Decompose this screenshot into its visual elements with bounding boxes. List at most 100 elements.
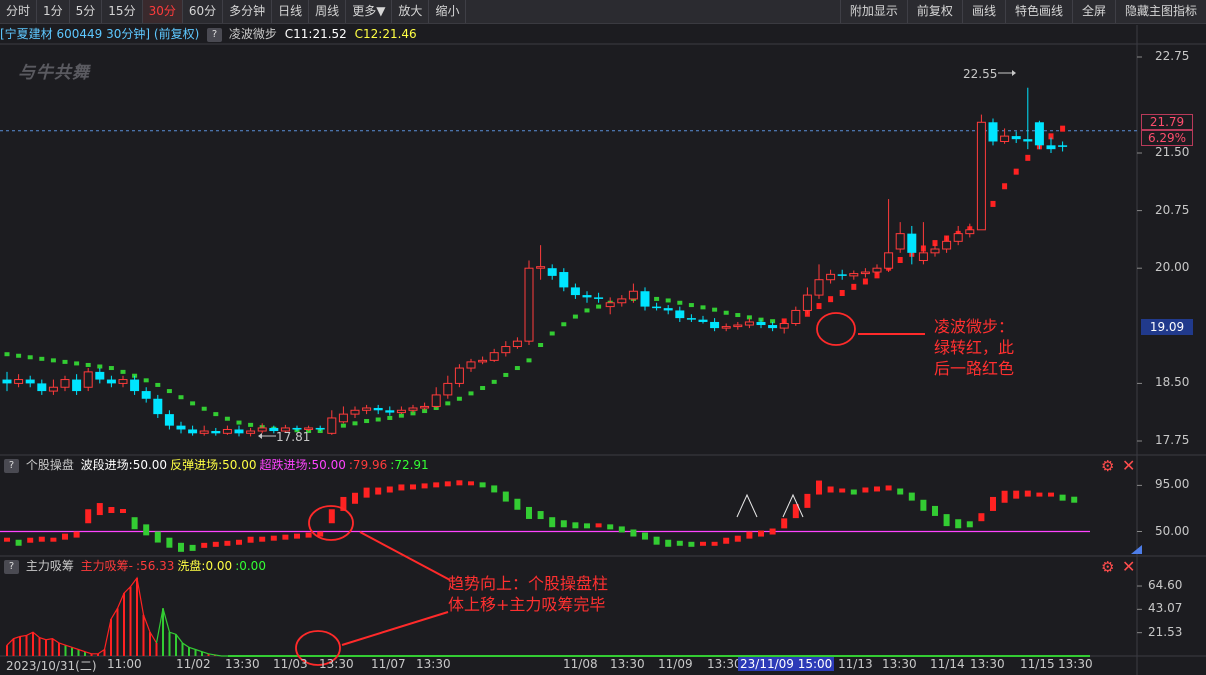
indicator-value: 反弹进场:50.00: [170, 458, 257, 472]
time-label: 13:30: [610, 657, 645, 671]
accumulation-settings-icon[interactable]: ⚙: [1101, 558, 1114, 576]
oscillator-bar: [236, 539, 242, 545]
lingbo-dot: [688, 303, 694, 308]
lingbo-dot: [526, 358, 532, 363]
low-marker-arrow: [258, 433, 262, 439]
candle-body: [663, 308, 673, 311]
high-marker-arrow: [1012, 70, 1016, 76]
oscillator-bar: [166, 537, 173, 548]
time-label: 13:30: [416, 657, 451, 671]
candle-body: [884, 252, 894, 269]
oscillator-bar: [549, 517, 556, 528]
indicator-value: :0.00: [235, 559, 266, 573]
candle-body: [350, 409, 360, 415]
candle-body: [930, 248, 940, 254]
candle-body: [408, 407, 418, 411]
oscillator-bar: [27, 537, 34, 543]
oscillator-bar: [746, 531, 753, 539]
time-label: 11/02: [176, 657, 211, 671]
lingbo-dot: [723, 310, 729, 315]
lingbo-dot: [16, 353, 22, 358]
oscillator-bar: [630, 529, 637, 537]
price-tick-label: 20.75: [1155, 202, 1190, 217]
candle-body: [1023, 139, 1033, 142]
oscillator-bar: [398, 484, 405, 491]
oscillator-bar: [178, 542, 184, 552]
oscillator-bar: [352, 492, 358, 504]
cursor-price-label: 19.09: [1141, 319, 1193, 335]
lingbo-dot: [445, 401, 451, 406]
oscillator-name[interactable]: 个股操盘: [26, 458, 74, 472]
oscillator-bar: [456, 480, 463, 486]
lingbo-dot: [364, 419, 370, 424]
candle-body: [849, 273, 859, 277]
oscillator-bar: [560, 520, 567, 528]
help-icon[interactable]: ?: [4, 559, 19, 574]
candle-body: [362, 407, 372, 411]
oscillator-bar: [143, 524, 150, 536]
candle-body: [733, 324, 743, 328]
lingbo-dot: [236, 420, 242, 425]
lingbo-dot: [224, 416, 230, 421]
candle-body: [489, 352, 499, 361]
oscillator-close-icon[interactable]: ✕: [1122, 456, 1135, 475]
oscillator-bar: [50, 537, 57, 542]
oscillator-tick-label: 95.00: [1155, 477, 1190, 492]
oscillator-bar: [920, 499, 927, 511]
oscillator-bar: [363, 487, 370, 498]
candle-body: [246, 430, 256, 434]
indicator-value: :79.96: [348, 458, 388, 472]
oscillator-bar: [444, 481, 451, 487]
accumulation-name[interactable]: 主力吸筹: [26, 559, 74, 573]
lingbo-annotation: 凌波微步： 绿转红，此 后一路红色: [934, 316, 1014, 379]
candle-body: [443, 382, 453, 396]
oscillator-bar: [96, 503, 103, 516]
lingbo-dot: [538, 343, 544, 347]
oscillator-bar: [201, 542, 208, 548]
oscillator-bar: [758, 530, 764, 537]
lingbo-dot: [190, 401, 196, 406]
candle-body: [396, 409, 406, 414]
lingbo-dot: [862, 278, 868, 285]
accumulation-close-icon[interactable]: ✕: [1122, 557, 1135, 576]
oscillator-bar: [375, 487, 382, 495]
candle-body: [744, 321, 754, 326]
oscillator-bar: [189, 544, 196, 551]
lingbo-dot: [1002, 183, 1008, 190]
oscillator-bar: [154, 531, 161, 543]
candle-body: [25, 379, 35, 384]
candle-body: [176, 425, 186, 430]
candle-body: [14, 379, 24, 384]
candle-body: [72, 379, 82, 392]
time-label: 11/08: [563, 657, 598, 671]
lingbo-dot: [561, 322, 567, 327]
oscillator-bar: [572, 522, 579, 529]
time-label: 13:30: [970, 657, 1005, 671]
candle-body: [385, 410, 395, 413]
highlight-circle: [816, 312, 856, 346]
lingbo-dot: [352, 421, 358, 426]
indicator-value: 洗盘:0.00: [177, 559, 233, 573]
lingbo-dot: [1025, 154, 1031, 161]
lingbo-dot: [155, 382, 161, 387]
candle-body: [420, 405, 430, 409]
time-label: 11/03: [273, 657, 308, 671]
oscillator-bar: [862, 487, 869, 493]
help-icon[interactable]: ?: [4, 458, 19, 473]
oscillator-values: 波段进场:50.00 反弹进场:50.00 超跌进场:50.00:79.96:72.…: [78, 458, 429, 472]
candle-body: [315, 427, 325, 430]
lingbo-dot: [549, 331, 555, 336]
candle-body: [686, 318, 696, 320]
current-pct-label: 6.29%: [1141, 130, 1193, 146]
candle-body: [570, 287, 580, 296]
annotation-line: 绿转红，此: [934, 338, 1015, 357]
lingbo-dot: [62, 359, 68, 364]
lingbo-dot: [839, 290, 845, 297]
candle-body: [199, 430, 209, 434]
oscillator-bar: [990, 496, 996, 511]
candle-body: [257, 427, 267, 432]
oscillator-settings-icon[interactable]: ⚙: [1101, 457, 1114, 475]
oscillator-bar: [978, 513, 985, 522]
pointer-line: [341, 611, 449, 646]
oscillator-bar: [700, 541, 706, 546]
